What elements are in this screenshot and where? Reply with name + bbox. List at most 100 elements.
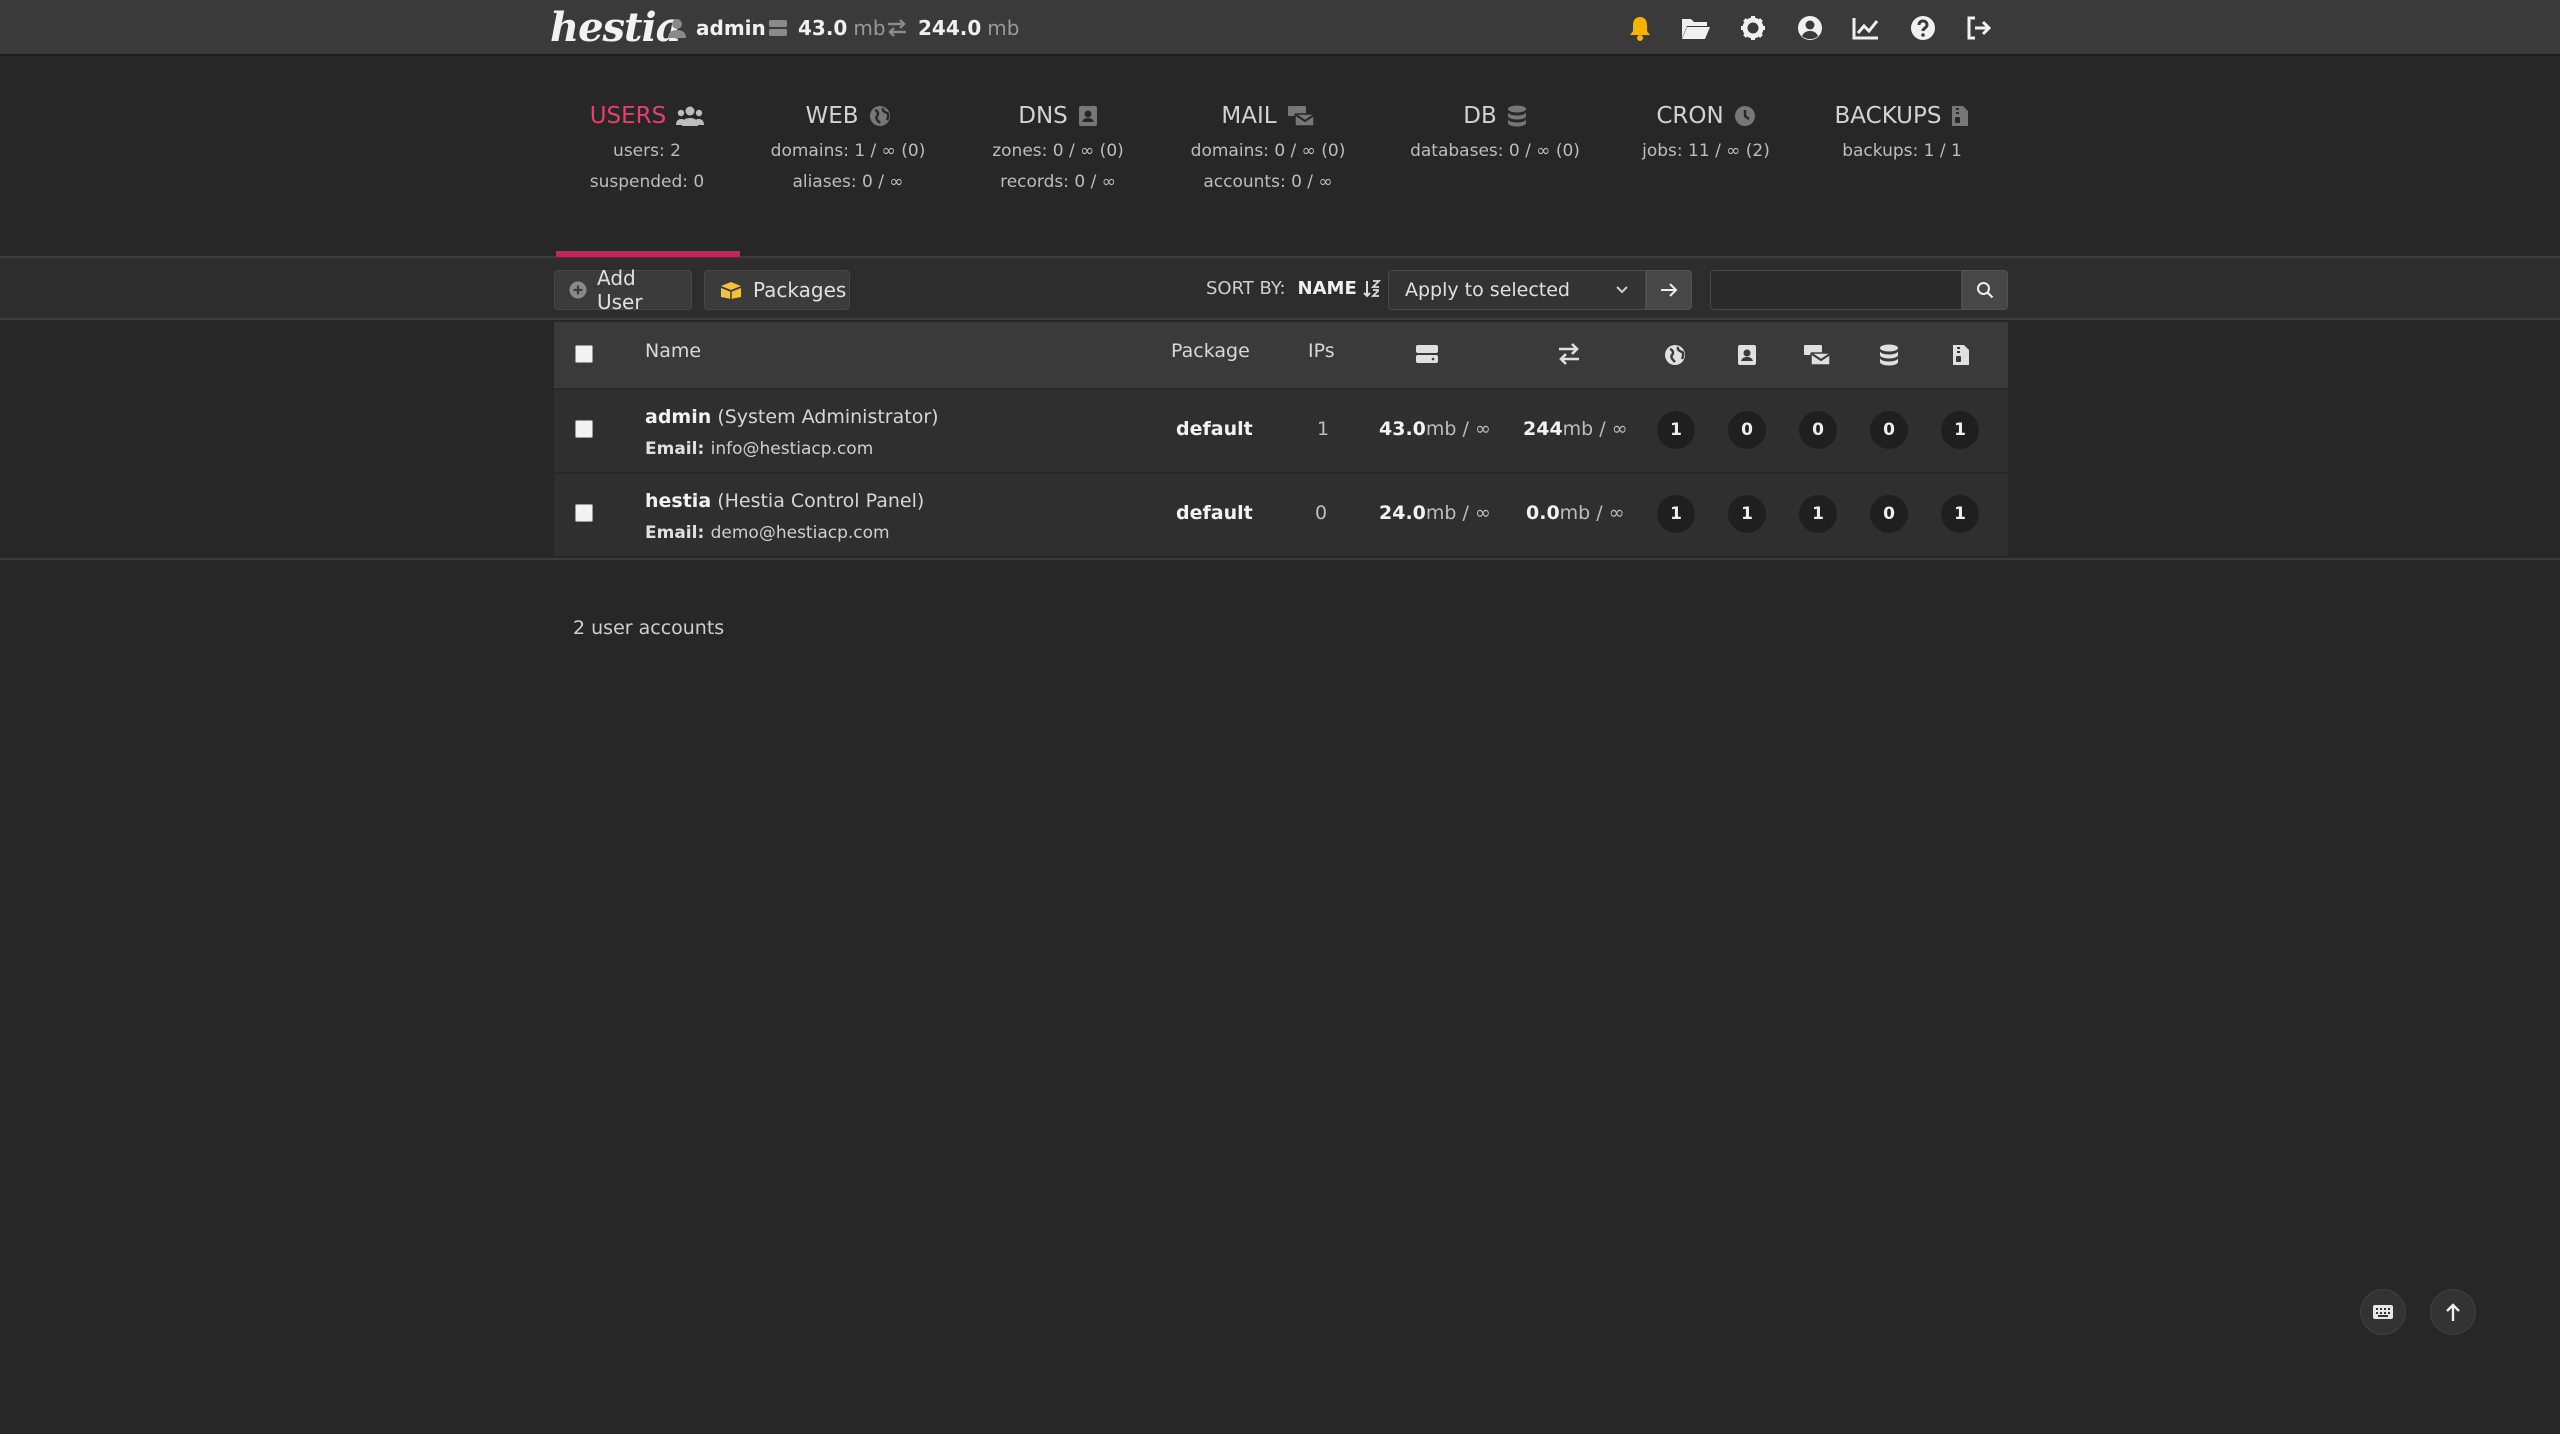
bulk-action-select[interactable]: Apply to selected [1388, 270, 1646, 310]
top-navigation-bar [0, 0, 2560, 56]
settings-gear-icon[interactable] [1735, 10, 1771, 46]
cron-jobs: jobs: 11 / ∞ (2) [1642, 141, 1770, 161]
sort-alpha-down-icon [1363, 279, 1381, 298]
table-row[interactable] [554, 474, 2008, 558]
active-tab-indicator [556, 251, 740, 257]
user-icon [668, 18, 696, 38]
column-header-db-database-icon [1879, 344, 1899, 366]
user-ips: 0 [1315, 502, 1328, 524]
table-header [554, 322, 2008, 390]
packages-button[interactable]: Packages [704, 270, 850, 310]
current-user[interactable]: admin [668, 14, 766, 42]
search-icon [1976, 281, 1994, 299]
chevron-down-icon [1615, 285, 1629, 295]
email-label: Email: [645, 439, 705, 459]
logout-icon[interactable] [1961, 10, 1997, 46]
users-icon [666, 105, 705, 127]
user-email: info@hestiacp.com [710, 439, 874, 459]
table-row[interactable] [554, 390, 2008, 474]
user-fullname: (Hestia Control Panel) [717, 490, 925, 512]
user-disk-usage: 24.0mb / ∞ [1379, 502, 1491, 524]
add-user-label: Add User [597, 266, 643, 314]
databases-count: 0 [1870, 495, 1908, 533]
databases-count: 0 [1870, 411, 1908, 449]
column-header-disk-icon [1415, 344, 1439, 364]
row-checkbox[interactable] [575, 504, 593, 522]
mail-domains: domains: 0 / ∞ (0) [1190, 141, 1346, 161]
column-header-package[interactable]: Package [1171, 340, 1250, 362]
table-bottom-divider [0, 558, 2560, 560]
sort-field: NAME [1297, 278, 1357, 299]
sort-by-label: SORT BY: [1206, 278, 1286, 299]
add-user-button[interactable]: Add User [554, 266, 692, 314]
hard-drive-icon [768, 19, 798, 37]
user-name-cell[interactable]: hestia (Hestia Control Panel) [645, 490, 924, 512]
user-accounts-count: 2 user accounts [573, 617, 725, 639]
tab-cron-label: CRON [1656, 103, 1724, 129]
mail-domains-count: 0 [1799, 411, 1837, 449]
tab-backups[interactable]: BACKUPS backups: 1 / 1 [1812, 96, 1992, 167]
notifications-bell-icon[interactable] [1622, 10, 1658, 46]
mail-bulk-icon [1277, 105, 1315, 127]
file-archive-icon [1941, 105, 1969, 127]
select-all-checkbox[interactable] [575, 345, 593, 363]
column-header-web-globe-icon [1664, 344, 1686, 366]
tab-web-label: WEB [805, 103, 859, 129]
disk-usage-value: 43.0 [798, 16, 848, 40]
help-question-icon[interactable] [1905, 10, 1941, 46]
tab-db[interactable]: DB databases: 0 / ∞ (0) [1405, 96, 1585, 167]
user-email: demo@hestiacp.com [710, 523, 890, 543]
users-count: users: 2 [613, 141, 681, 161]
tab-mail[interactable]: MAIL domains: 0 / ∞ (0) accounts: 0 / ∞ [1178, 96, 1358, 198]
keyboard-icon [2372, 1304, 2394, 1320]
username[interactable]: hestia [645, 490, 711, 512]
tab-cron[interactable]: CRON jobs: 11 / ∞ (2) [1616, 96, 1796, 167]
dns-zones: zones: 0 / ∞ (0) [992, 141, 1124, 161]
tab-dns-label: DNS [1018, 103, 1068, 129]
web-domains-count: 1 [1657, 495, 1695, 533]
hestia-logo[interactable]: hestia [550, 4, 682, 54]
search-input[interactable] [1710, 270, 1962, 310]
tab-web[interactable]: WEB domains: 1 / ∞ (0) aliases: 0 / ∞ [758, 96, 938, 198]
disk-usage: 43.0 mb [768, 14, 886, 42]
column-header-ips[interactable]: IPs [1308, 340, 1335, 362]
clock-icon [1724, 105, 1756, 127]
username[interactable]: admin [645, 406, 711, 428]
user-package: default [1176, 418, 1253, 440]
dns-zones-count: 1 [1728, 495, 1766, 533]
search-button[interactable] [1962, 270, 2008, 310]
scroll-to-top-button[interactable] [2430, 1289, 2476, 1335]
tab-dns[interactable]: DNS zones: 0 / ∞ (0) records: 0 / ∞ [968, 96, 1148, 198]
user-package: default [1176, 502, 1253, 524]
mail-accounts: accounts: 0 / ∞ [1203, 172, 1333, 192]
transfer-arrows-icon [886, 18, 918, 38]
bandwidth-value: 244 [1523, 418, 1563, 440]
keyboard-shortcuts-button[interactable] [2360, 1289, 2406, 1335]
sort-control[interactable]: SORT BY: NAME [1206, 278, 1381, 299]
disk-quota: mb / ∞ [1425, 418, 1491, 440]
user-name-cell[interactable]: admin (System Administrator) [645, 406, 939, 428]
db-databases: databases: 0 / ∞ (0) [1410, 141, 1580, 161]
column-header-backups-file-icon [1952, 344, 1970, 366]
disk-value: 43.0 [1379, 418, 1426, 440]
user-profile-icon[interactable] [1792, 10, 1828, 46]
disk-usage-unit: mb [853, 16, 886, 40]
arrow-up-icon [2445, 1302, 2461, 1322]
column-header-name[interactable]: Name [645, 340, 701, 362]
dns-records: records: 0 / ∞ [1000, 172, 1116, 192]
tab-mail-label: MAIL [1221, 103, 1277, 129]
tab-users[interactable]: USERS users: 2 suspended: 0 [557, 96, 737, 198]
user-email-line: Email: info@hestiacp.com [645, 435, 873, 459]
web-aliases: aliases: 0 / ∞ [792, 172, 904, 192]
statistics-chart-icon[interactable] [1848, 10, 1884, 46]
current-user-name: admin [696, 16, 766, 40]
bandwidth-quota: mb / ∞ [1559, 502, 1625, 524]
dns-zones-count: 0 [1728, 411, 1766, 449]
file-manager-folder-icon[interactable] [1678, 10, 1714, 46]
row-checkbox[interactable] [575, 420, 593, 438]
apply-bulk-action-button[interactable] [1646, 270, 1692, 310]
users-suspended: suspended: 0 [589, 172, 705, 192]
arrow-right-icon [1660, 283, 1678, 297]
bulk-action-value: Apply to selected [1405, 279, 1570, 301]
bandwidth-usage-value: 244.0 [918, 16, 982, 40]
